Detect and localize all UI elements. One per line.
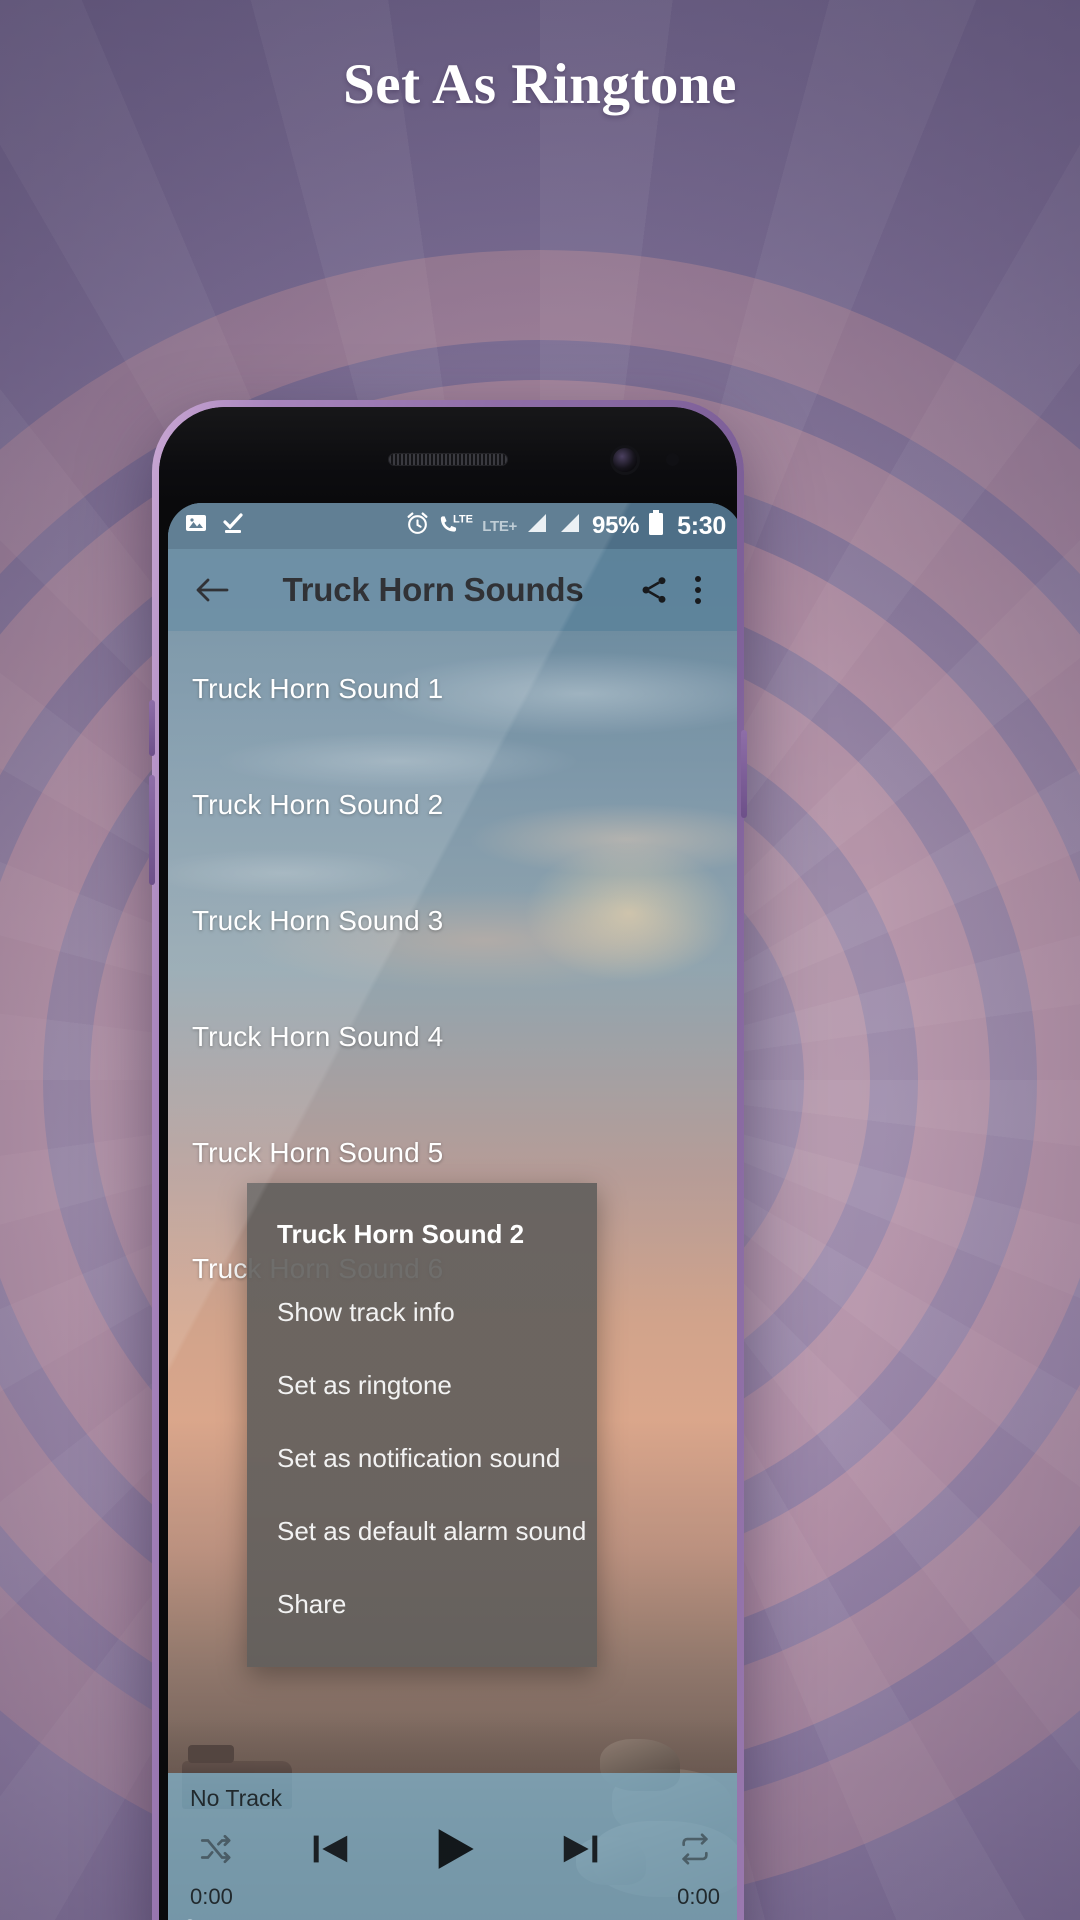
battery-percent-label: 95% <box>592 512 640 539</box>
track-title: Truck Horn Sound 2 <box>192 789 444 820</box>
track-title: Truck Horn Sound 3 <box>192 905 444 936</box>
list-item[interactable]: Truck Horn Sound 3 <box>168 863 737 979</box>
overflow-menu-icon[interactable] <box>676 568 720 612</box>
repeat-icon[interactable] <box>678 1832 712 1871</box>
lte-call-icon: LTE <box>439 511 473 542</box>
battery-icon <box>648 510 664 542</box>
earpiece-speaker <box>388 453 508 466</box>
proximity-sensor-icon <box>666 453 679 466</box>
player-track-label: No Track <box>190 1785 283 1811</box>
volume-up-button[interactable] <box>149 700 155 756</box>
menu-item-set-as-default-alarm-sound[interactable]: Set as default alarm sound <box>247 1495 597 1568</box>
phone-top-bezel <box>159 407 737 503</box>
previous-icon[interactable] <box>307 1826 353 1877</box>
volume-down-button[interactable] <box>149 775 155 885</box>
elapsed-time-label: 0:00 <box>190 1884 233 1909</box>
track-title: Truck Horn Sound 1 <box>192 673 444 704</box>
list-item[interactable]: Truck Horn Sound 2 <box>168 747 737 863</box>
shuffle-icon[interactable] <box>198 1832 232 1871</box>
phone-screen: LTE LTE+ 95% 5:30 Truck Horn Sounds Truc… <box>168 503 737 1920</box>
context-menu-title: Truck Horn Sound 2 <box>277 1219 525 1249</box>
track-title: Truck Horn Sound 4 <box>192 1021 444 1052</box>
player-time-row: 0:00 0:00 <box>190 1884 720 1910</box>
menu-item-set-as-ringtone[interactable]: Set as ringtone <box>247 1349 597 1422</box>
status-bar: LTE LTE+ 95% 5:30 <box>168 503 737 549</box>
alarm-icon <box>405 511 430 542</box>
player-controls <box>190 1820 720 1882</box>
list-item[interactable]: Truck Horn Sound 4 <box>168 979 737 1095</box>
back-button[interactable] <box>190 568 234 612</box>
download-complete-icon <box>221 511 245 541</box>
list-item[interactable]: Truck Horn Sound 1 <box>168 631 737 747</box>
page-title: Truck Horn Sounds <box>282 571 584 608</box>
signal-bars-icon-2 <box>559 512 583 540</box>
menu-item-share[interactable]: Share <box>247 1568 597 1641</box>
track-title: Truck Horn Sound 5 <box>192 1137 444 1168</box>
image-icon <box>184 511 208 541</box>
phone-body: LTE LTE+ 95% 5:30 Truck Horn Sounds Truc… <box>159 407 737 1920</box>
network-type-label: LTE+ <box>482 517 518 535</box>
svg-text:LTE: LTE <box>453 513 473 525</box>
front-camera-icon <box>613 448 637 472</box>
menu-item-show-track-info[interactable]: Show track info <box>247 1276 597 1349</box>
power-button[interactable] <box>741 730 747 818</box>
duration-label: 0:00 <box>677 1884 720 1909</box>
next-icon[interactable] <box>558 1826 604 1877</box>
promo-headline: Set As Ringtone <box>343 53 737 116</box>
share-icon[interactable] <box>632 568 676 612</box>
app-bar: Truck Horn Sounds <box>168 549 737 631</box>
play-icon[interactable] <box>427 1821 483 1882</box>
player-bar: No Track 0:00 0:00 <box>168 1773 737 1920</box>
track-context-menu: Truck Horn Sound 2 Show track info Set a… <box>247 1183 597 1667</box>
signal-bars-icon-1 <box>526 512 550 540</box>
menu-item-set-as-notification-sound[interactable]: Set as notification sound <box>247 1422 597 1495</box>
clock-label: 5:30 <box>677 511 726 540</box>
phone-mockup: LTE LTE+ 95% 5:30 Truck Horn Sounds Truc… <box>149 400 747 1920</box>
